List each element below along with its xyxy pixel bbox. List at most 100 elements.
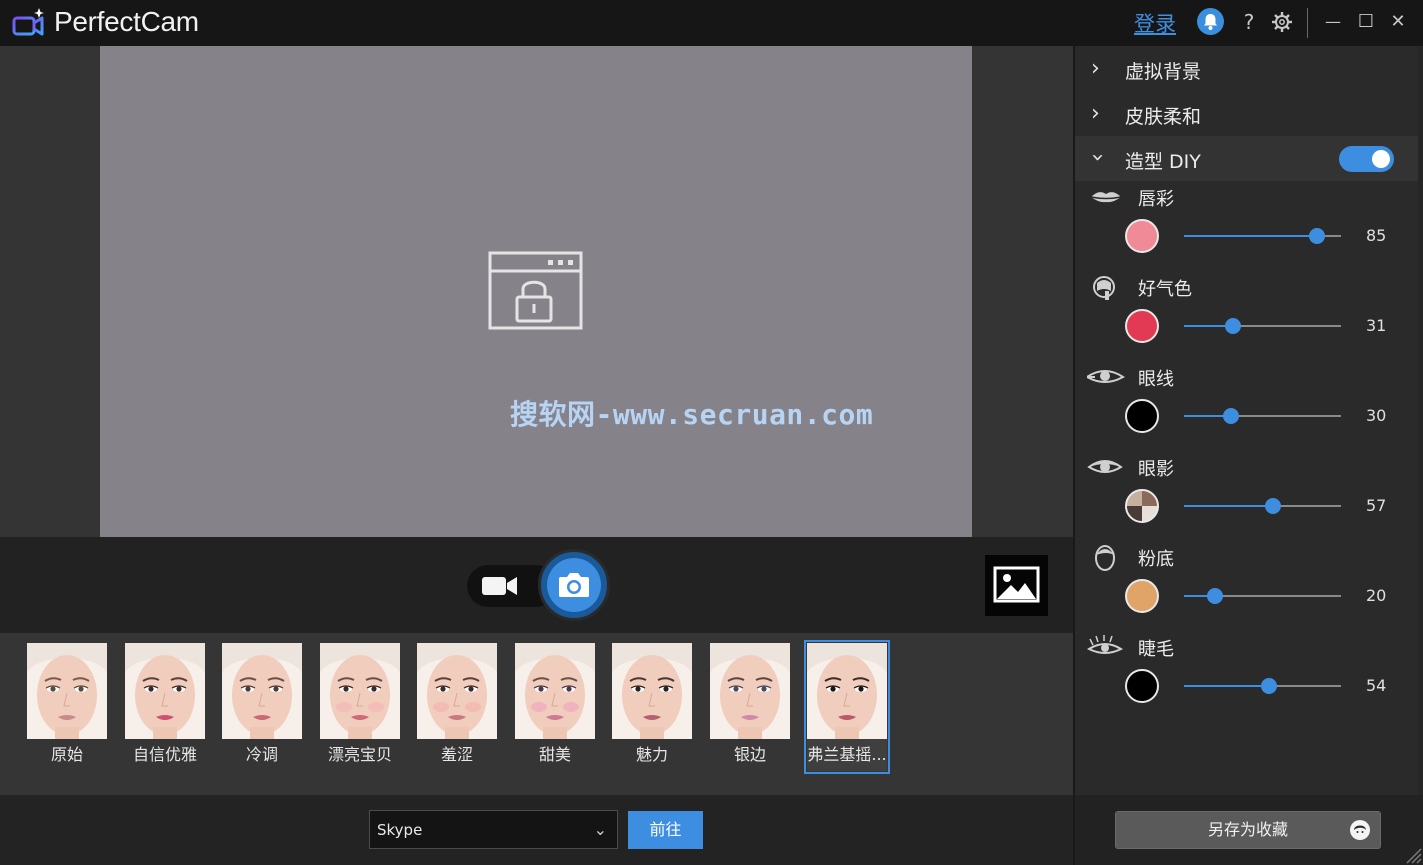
slider-thumb[interactable] bbox=[1260, 678, 1277, 694]
slider-thumb[interactable] bbox=[1223, 408, 1240, 424]
chevron-right-icon: › bbox=[1091, 101, 1100, 126]
slider-value: 31 bbox=[1366, 316, 1387, 335]
slider-thumb[interactable] bbox=[1224, 318, 1241, 334]
go-button[interactable]: 前往 bbox=[628, 811, 703, 849]
preset-label: 羞涩 bbox=[440, 745, 473, 764]
notification-bell-icon[interactable] bbox=[1197, 8, 1224, 35]
image-gallery-icon bbox=[993, 566, 1040, 603]
intensity-slider[interactable] bbox=[1184, 588, 1341, 604]
makeup-label: 好气色 bbox=[1138, 279, 1192, 300]
maximize-button[interactable]: ☐ bbox=[1355, 9, 1377, 35]
preset-2[interactable]: 冷调 bbox=[222, 643, 302, 771]
preset-label: 漂亮宝贝 bbox=[327, 745, 392, 764]
preset-label: 自信优雅 bbox=[132, 745, 197, 764]
color-swatch[interactable] bbox=[1125, 219, 1159, 253]
makeup-label: 眼线 bbox=[1138, 369, 1174, 390]
login-link[interactable]: 登录 bbox=[1134, 8, 1176, 38]
slider-fill bbox=[1184, 685, 1269, 687]
intensity-slider[interactable] bbox=[1184, 408, 1341, 424]
panel-scrollbar[interactable] bbox=[1418, 46, 1423, 795]
preset-thumbnail bbox=[320, 643, 400, 739]
preset-4[interactable]: 羞涩 bbox=[417, 643, 497, 771]
preset-3[interactable]: 漂亮宝贝 bbox=[320, 643, 400, 771]
gallery-button[interactable] bbox=[985, 555, 1048, 616]
color-swatch[interactable] bbox=[1125, 489, 1159, 523]
watermark-text: 搜软网-www.secruan.com bbox=[510, 398, 874, 431]
camera-icon bbox=[559, 573, 589, 597]
app-select-value: Skype bbox=[377, 821, 423, 839]
section-title: 皮肤柔和 bbox=[1125, 106, 1202, 128]
preset-6[interactable]: 魅力 bbox=[612, 643, 692, 771]
save-favorite-button[interactable]: 另存为收藏 bbox=[1115, 811, 1381, 849]
preset-label: 魅力 bbox=[635, 745, 668, 764]
preset-7[interactable]: 银边 bbox=[710, 643, 790, 771]
color-swatch[interactable] bbox=[1125, 579, 1159, 613]
preset-8[interactable]: 弗兰基摇... bbox=[804, 640, 890, 774]
slider-fill bbox=[1184, 235, 1318, 237]
chevron-down-icon: ⌄ bbox=[593, 820, 607, 839]
preset-0[interactable]: 原始 bbox=[27, 643, 107, 771]
preset-label: 甜美 bbox=[538, 745, 571, 764]
eyeliner-icon bbox=[1087, 370, 1125, 383]
preset-label: 原始 bbox=[50, 745, 83, 764]
color-swatch[interactable] bbox=[1125, 399, 1159, 433]
app-title: PerfectCam bbox=[54, 6, 199, 37]
resize-grip-icon[interactable] bbox=[1401, 843, 1423, 865]
app-select-dropdown[interactable]: Skype ⌄ bbox=[369, 810, 618, 849]
makeup-label: 眼影 bbox=[1138, 459, 1174, 480]
makeup-label: 唇彩 bbox=[1138, 189, 1174, 210]
section-virtual-background[interactable]: › 虚拟背景 bbox=[1075, 46, 1423, 91]
preset-label: 银边 bbox=[733, 745, 766, 764]
photo-capture-button[interactable] bbox=[538, 549, 610, 621]
slider-fill bbox=[1184, 505, 1274, 507]
preset-1[interactable]: 自信优雅 bbox=[125, 643, 205, 771]
foundation-face-icon bbox=[1095, 545, 1115, 571]
preset-thumbnail bbox=[417, 643, 497, 739]
save-favorite-label: 另存为收藏 bbox=[1207, 820, 1288, 839]
perfectcam-window: PerfectCam 登录 ? — ☐ ✕ 搜软网-www.secruan.co… bbox=[0, 0, 1423, 865]
preset-thumbnail bbox=[27, 643, 107, 739]
title-bar: PerfectCam 登录 ? — ☐ ✕ bbox=[0, 0, 1423, 46]
face-favorite-icon bbox=[1350, 820, 1370, 840]
preset-thumbnail bbox=[807, 643, 887, 739]
preset-5[interactable]: 甜美 bbox=[515, 643, 595, 771]
preset-thumbnail bbox=[612, 643, 692, 739]
section-title: 虚拟背景 bbox=[1125, 61, 1202, 83]
titlebar-separator bbox=[1307, 8, 1308, 38]
color-swatch[interactable] bbox=[1125, 309, 1159, 343]
video-camera-icon[interactable] bbox=[480, 572, 520, 600]
section-title: 造型 DIY bbox=[1125, 151, 1201, 173]
slider-value: 20 bbox=[1366, 586, 1387, 605]
intensity-slider[interactable] bbox=[1184, 678, 1341, 694]
preset-thumbnail bbox=[125, 643, 205, 739]
chevron-right-icon: › bbox=[1091, 56, 1100, 81]
eyelash-icon bbox=[1087, 635, 1124, 654]
slider-value: 30 bbox=[1366, 406, 1387, 425]
help-icon[interactable]: ? bbox=[1238, 9, 1260, 35]
slider-value: 85 bbox=[1366, 226, 1387, 245]
eyeshadow-icon bbox=[1087, 460, 1123, 473]
preset-thumbnail bbox=[222, 643, 302, 739]
preset-thumbnail bbox=[515, 643, 595, 739]
intensity-slider[interactable] bbox=[1184, 498, 1341, 514]
settings-gear-icon[interactable] bbox=[1271, 9, 1293, 35]
slider-value: 54 bbox=[1366, 676, 1387, 695]
makeup-label: 睫毛 bbox=[1138, 639, 1174, 660]
makeup-diy-toggle[interactable] bbox=[1339, 146, 1394, 172]
intensity-slider[interactable] bbox=[1184, 318, 1341, 334]
color-swatch[interactable] bbox=[1125, 669, 1159, 703]
makeup-label: 粉底 bbox=[1138, 549, 1174, 570]
intensity-slider[interactable] bbox=[1184, 228, 1341, 244]
close-button[interactable]: ✕ bbox=[1387, 9, 1409, 35]
blush-brush-icon bbox=[1093, 276, 1115, 300]
preset-label: 冷调 bbox=[245, 745, 278, 764]
minimize-button[interactable]: — bbox=[1322, 9, 1344, 35]
section-skin-smoothing[interactable]: › 皮肤柔和 bbox=[1075, 91, 1423, 136]
preset-thumbnail bbox=[710, 643, 790, 739]
lips-icon bbox=[1090, 192, 1122, 203]
toggle-knob bbox=[1372, 150, 1390, 168]
window-lock-icon bbox=[488, 251, 583, 330]
chevron-down-icon: › bbox=[1084, 153, 1110, 162]
perfectcam-logo-icon bbox=[12, 8, 44, 36]
preset-label: 弗兰基摇... bbox=[807, 745, 887, 764]
